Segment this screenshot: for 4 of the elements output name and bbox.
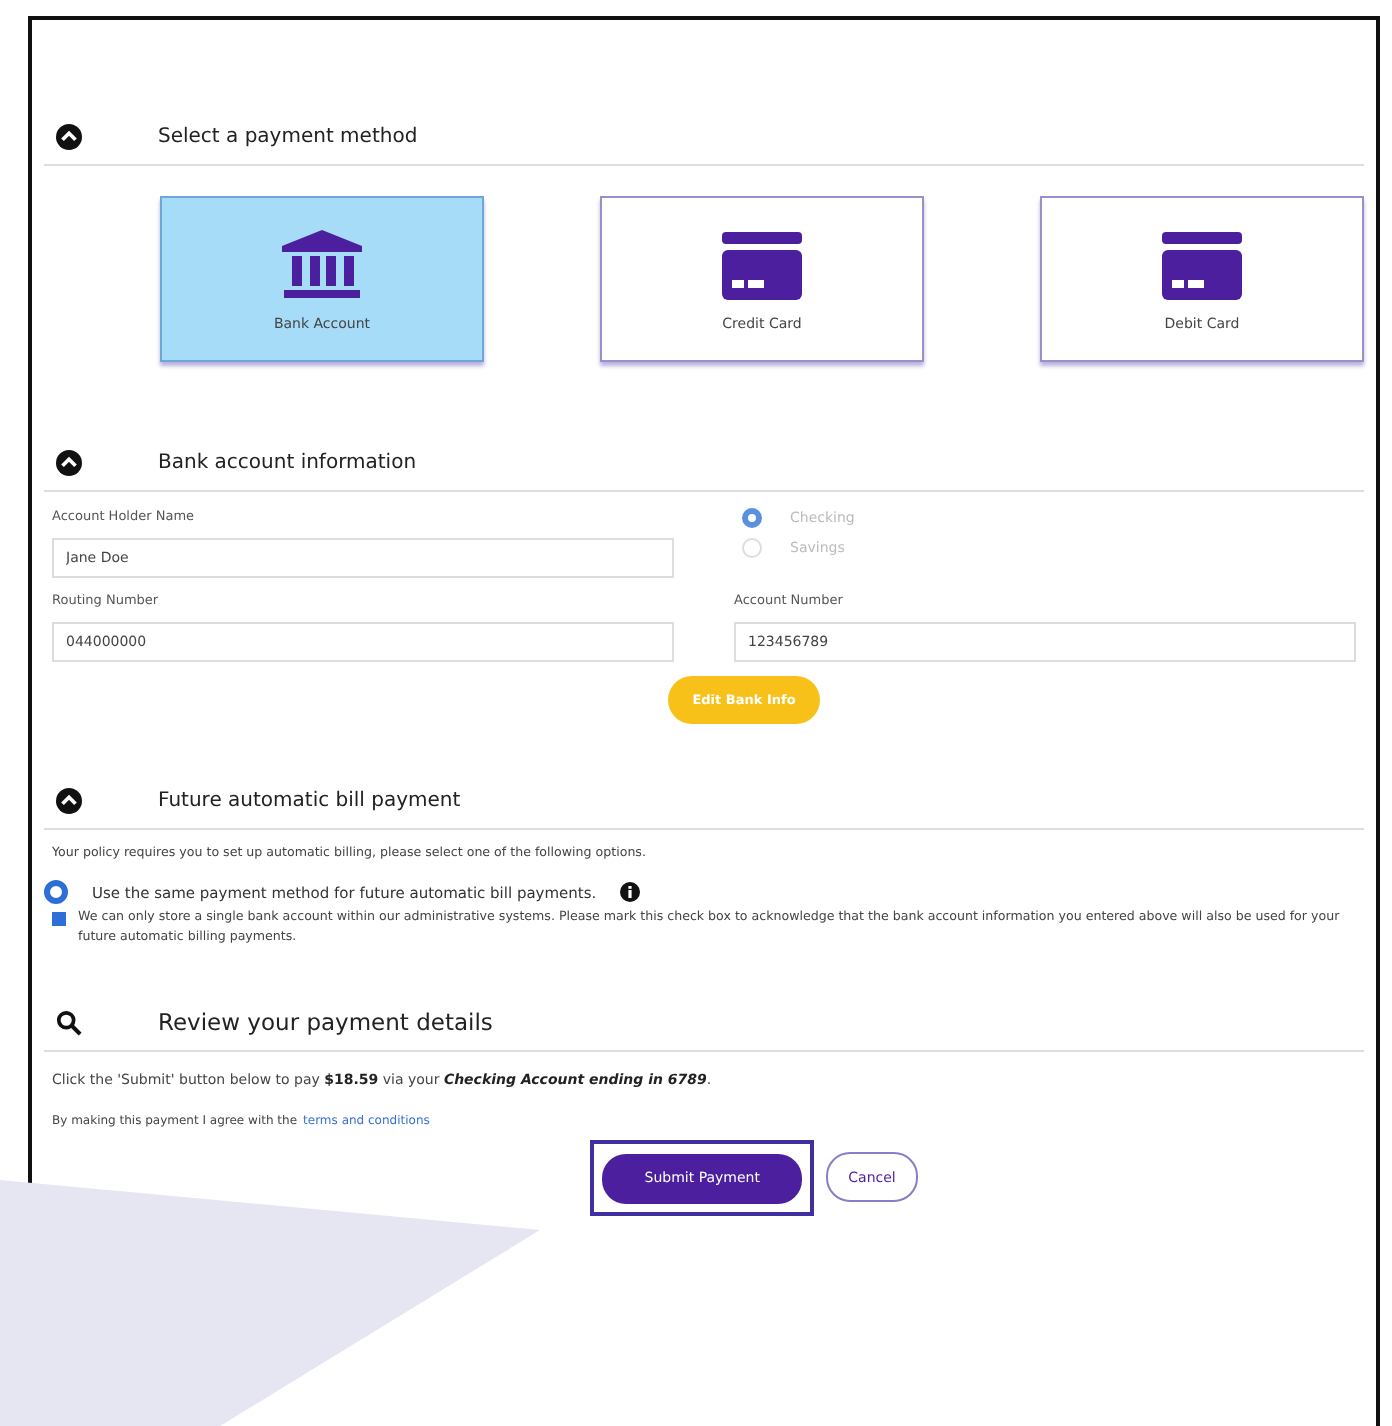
section-title: Bank account information (158, 452, 417, 474)
section-title: Future automatic bill payment (158, 790, 461, 812)
section-title: Review your payment details (158, 1008, 493, 1037)
section-title: Select a payment method (158, 126, 418, 148)
